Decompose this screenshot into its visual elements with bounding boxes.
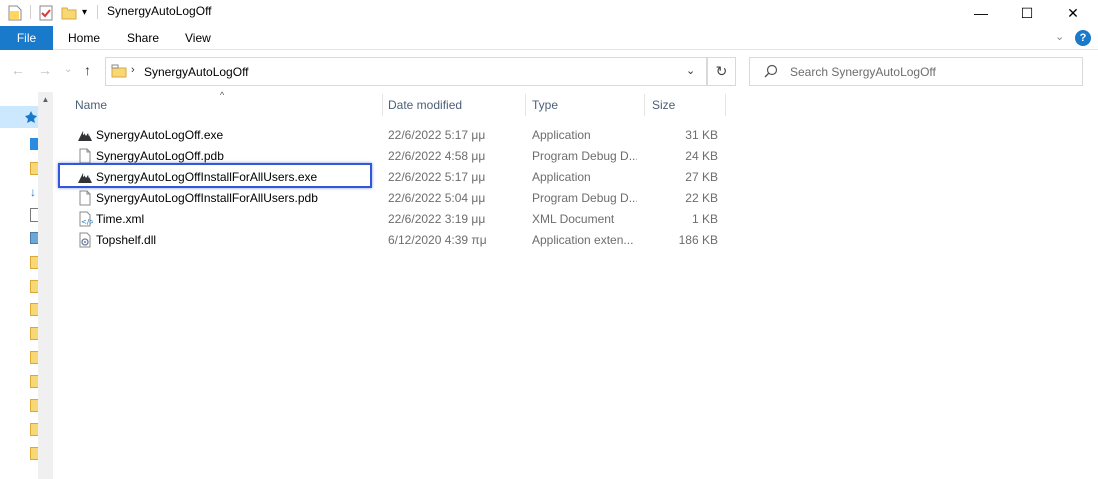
tab-view[interactable]: View <box>185 26 211 50</box>
scroll-up-icon[interactable]: ▲ <box>38 92 53 107</box>
customize-toolbar-icon[interactable]: ▾ <box>82 4 87 21</box>
search-icon <box>764 64 778 78</box>
folder-icon[interactable] <box>30 351 38 365</box>
file-date: 22/6/2022 3:19 μμ <box>388 212 486 226</box>
file-name: Topshelf.dll <box>96 233 157 247</box>
app-icon <box>77 127 93 143</box>
column-header-date[interactable]: Date modified <box>388 92 462 118</box>
properties-icon[interactable] <box>8 4 22 21</box>
refresh-button[interactable]: ↻ <box>707 57 736 86</box>
address-bar[interactable]: › SynergyAutoLogOff ⌄ <box>105 57 707 86</box>
maximize-button[interactable]: ☐ <box>1004 0 1050 26</box>
file-row[interactable]: SynergyAutoLogOffInstallForAllUsers.exe 2… <box>73 166 728 187</box>
back-button[interactable]: ← <box>11 62 25 78</box>
file-row[interactable]: Topshelf.dll 6/12/2020 4:39 πμ Application… <box>73 229 728 250</box>
new-folder-icon[interactable] <box>61 4 77 21</box>
pictures-icon[interactable] <box>30 232 38 246</box>
file-size: 186 KB <box>678 233 718 247</box>
window-title: SynergyAutoLogOff <box>107 4 212 18</box>
column-divider[interactable] <box>644 94 645 116</box>
file-size: 31 KB <box>685 128 718 142</box>
folder-icon[interactable] <box>30 162 38 176</box>
ribbon: File Home Share View ⌄ ? <box>0 26 1098 50</box>
downloads-icon[interactable]: ↓ <box>30 185 38 199</box>
folder-icon <box>111 64 127 78</box>
column-header-size[interactable]: Size <box>652 92 675 118</box>
file-name: Time.xml <box>96 212 145 226</box>
folder-icon[interactable] <box>30 447 38 461</box>
column-header-name[interactable]: Name <box>75 92 107 118</box>
documents-icon[interactable] <box>30 208 38 222</box>
file-tab[interactable]: File <box>0 26 53 50</box>
navigation-pane: ↓ ▲ <box>0 92 53 479</box>
chevron-down-icon[interactable]: ⌄ <box>686 64 695 77</box>
file-name: SynergyAutoLogOff.pdb <box>96 149 224 163</box>
tab-share[interactable]: Share <box>127 26 159 50</box>
desktop-icon[interactable] <box>30 138 38 152</box>
file-name: SynergyAutoLogOffInstallForAllUsers.exe <box>96 170 318 184</box>
file-name: SynergyAutoLogOffInstallForAllUsers.pdb <box>96 191 318 205</box>
folder-icon[interactable] <box>30 327 38 341</box>
help-icon[interactable]: ? <box>1075 30 1091 46</box>
file-date: 6/12/2020 4:39 πμ <box>388 233 487 247</box>
file-name: SynergyAutoLogOff.exe <box>96 128 224 142</box>
file-type: Application <box>532 128 591 142</box>
file-icon <box>77 148 93 164</box>
xml-icon: </> <box>77 211 95 227</box>
file-size: 27 KB <box>685 170 718 184</box>
column-header-type[interactable]: Type <box>532 92 558 118</box>
svg-text:</>: </> <box>81 218 93 226</box>
expand-ribbon-icon[interactable]: ⌄ <box>1055 30 1064 43</box>
folder-icon[interactable] <box>30 423 38 437</box>
search-input[interactable]: Search SynergyAutoLogOff <box>790 65 936 79</box>
file-row[interactable]: </> Time.xml 22/6/2022 3:19 μμ XML Document… <box>73 208 728 229</box>
column-divider[interactable] <box>382 94 383 116</box>
separator <box>30 5 31 19</box>
breadcrumb-current[interactable]: SynergyAutoLogOff <box>144 65 249 79</box>
file-type: Program Debug D... <box>532 149 637 163</box>
forward-button[interactable]: → <box>38 62 52 78</box>
quick-access-item[interactable] <box>0 106 38 128</box>
title-bar: ▾ SynergyAutoLogOff — ☐ ✕ <box>0 0 1098 26</box>
app-icon <box>77 169 93 185</box>
folder-icon[interactable] <box>30 303 38 317</box>
file-date: 22/6/2022 5:17 μμ <box>388 170 486 184</box>
minimize-button[interactable]: — <box>958 0 1004 26</box>
file-size: 1 KB <box>691 212 718 226</box>
file-date: 22/6/2022 5:17 μμ <box>388 128 486 142</box>
file-type: Program Debug D... <box>532 191 637 205</box>
file-row[interactable]: SynergyAutoLogOff.pdb 22/6/2022 4:58 μμ Pr… <box>73 145 728 166</box>
file-size: 22 KB <box>685 191 718 205</box>
file-size: 24 KB <box>685 149 718 163</box>
file-type: XML Document <box>532 212 615 226</box>
pin-icon <box>25 111 37 123</box>
search-box[interactable]: Search SynergyAutoLogOff <box>749 57 1083 86</box>
folder-icon[interactable] <box>30 256 38 270</box>
file-row[interactable]: SynergyAutoLogOff.exe 22/6/2022 5:17 μμ Ap… <box>73 124 728 145</box>
folder-icon[interactable] <box>30 399 38 413</box>
file-date: 22/6/2022 5:04 μμ <box>388 191 486 205</box>
column-divider[interactable] <box>525 94 526 116</box>
address-row: ← → ⌄ ↑ › SynergyAutoLogOff ⌄ ↻ Search S… <box>0 50 1098 92</box>
recent-locations-button[interactable]: ⌄ <box>64 64 72 75</box>
sort-arrow-icon: ^ <box>220 90 225 100</box>
nav-scrollbar[interactable]: ▲ <box>38 92 53 479</box>
breadcrumb-separator[interactable]: › <box>131 64 135 76</box>
file-date: 22/6/2022 4:58 μμ <box>388 149 486 163</box>
file-icon <box>77 190 93 206</box>
checklist-icon[interactable] <box>38 4 54 21</box>
file-type: Application exten... <box>532 233 634 247</box>
close-button[interactable]: ✕ <box>1050 0 1096 26</box>
file-row[interactable]: SynergyAutoLogOffInstallForAllUsers.pdb 2… <box>73 187 728 208</box>
file-type: Application <box>532 170 591 184</box>
column-divider[interactable] <box>725 94 726 116</box>
tab-home[interactable]: Home <box>68 26 100 50</box>
folder-icon[interactable] <box>30 280 38 294</box>
up-button[interactable]: ↑ <box>84 62 91 78</box>
dll-icon <box>77 232 93 248</box>
file-list: ^ Name Date modified Type Size SynergyAu… <box>53 90 1098 479</box>
folder-icon[interactable] <box>30 375 38 389</box>
separator <box>97 5 98 19</box>
